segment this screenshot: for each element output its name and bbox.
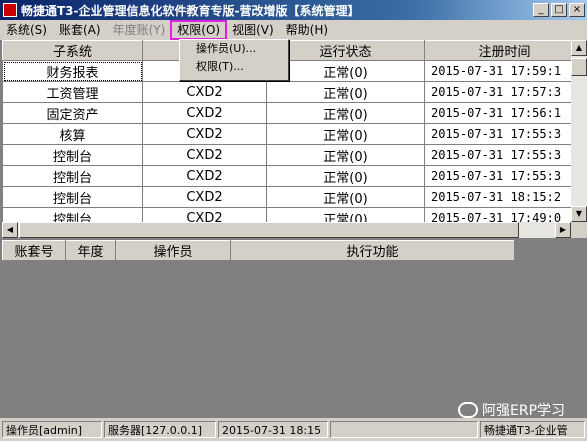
cell-status: 正常(0) [266, 207, 425, 222]
cell-subsystem: 控制台 [2, 186, 143, 208]
cell-status: 正常(0) [266, 81, 425, 103]
cell-subsystem: 固定资产 [2, 102, 143, 124]
scroll-left-icon[interactable]: ◀ [2, 222, 18, 238]
cell-status: 正常(0) [266, 60, 425, 82]
cell-site: CXD2 [142, 186, 267, 208]
horizontal-scroll-thumb[interactable] [19, 222, 519, 238]
close-button[interactable]: × [569, 3, 585, 17]
cell-register-time: 2015-07-31 17:57:3 [424, 81, 585, 103]
cell-subsystem: 控制台 [2, 165, 143, 187]
column-header-account-no[interactable]: 账套号 [2, 240, 66, 261]
cell-status: 正常(0) [266, 102, 425, 124]
watermark: 阿强ERP学习 [458, 400, 565, 420]
menu-account[interactable]: 账套(A) [53, 21, 107, 39]
cell-subsystem: 控制台 [2, 207, 143, 222]
table-row[interactable]: 财务报表 正常(0) 2015-07-31 17:59:1 [2, 60, 585, 82]
cell-register-time: 2015-07-31 17:55:3 [424, 165, 585, 187]
status-spacer [330, 421, 478, 438]
cell-status: 正常(0) [266, 165, 425, 187]
window-title: 畅捷通T3-企业管理信息化软件教育专版-营改增版【系统管理】 [21, 3, 360, 18]
cell-status: 正常(0) [266, 186, 425, 208]
column-header-register-time[interactable]: 注册时间 [424, 40, 585, 61]
scroll-up-icon[interactable]: ▲ [571, 40, 587, 56]
cell-register-time: 2015-07-31 17:55:3 [424, 144, 585, 166]
cell-register-time: 2015-07-31 17:56:1 [424, 102, 585, 124]
cell-register-time: 2015-07-31 17:59:1 [424, 60, 585, 82]
column-header-status[interactable]: 运行状态 [266, 40, 425, 61]
menu-annual-account[interactable]: 年度账(Y) [107, 21, 172, 39]
status-product: 畅捷通T3-企业管 [480, 421, 585, 438]
cell-subsystem: 控制台 [2, 144, 143, 166]
cell-status: 正常(0) [266, 123, 425, 145]
scroll-down-icon[interactable]: ▼ [571, 206, 587, 222]
cell-status: 正常(0) [266, 144, 425, 166]
table-row[interactable]: 控制台 CXD2 正常(0) 2015-07-31 17:55:3 [2, 144, 585, 166]
horizontal-scrollbar[interactable]: ◀ ▶ [2, 222, 571, 238]
menu-system[interactable]: 系统(S) [0, 21, 53, 39]
cell-site: CXD2 [142, 81, 267, 103]
cell-subsystem: 工资管理 [2, 81, 143, 103]
subsystem-grid: 子系统 运行状态 注册时间 财务报表 正常(0) 2015-07-31 17:5… [2, 40, 587, 222]
status-operator: 操作员[admin] [2, 421, 102, 438]
menu-bar: 系统(S) 账套(A) 年度账(Y) 权限(O) 视图(V) 帮助(H) [0, 20, 587, 40]
cell-register-time: 2015-07-31 17:55:3 [424, 123, 585, 145]
menu-item-operator[interactable]: 操作员(U)... [180, 40, 288, 58]
operator-log-grid: 账套号 年度 操作员 执行功能 [2, 240, 515, 261]
app-icon [3, 3, 17, 17]
table-row[interactable]: 工资管理 CXD2 正常(0) 2015-07-31 17:57:3 [2, 81, 585, 103]
window-controls: _ □ × [533, 3, 585, 17]
permission-dropdown-menu: 操作员(U)... 权限(T)... [179, 39, 289, 81]
menu-item-permission[interactable]: 权限(T)... [180, 58, 288, 76]
column-header-year[interactable]: 年度 [65, 240, 116, 261]
scroll-right-icon[interactable]: ▶ [555, 222, 571, 238]
menu-help[interactable]: 帮助(H) [280, 21, 334, 39]
column-header-function[interactable]: 执行功能 [230, 240, 515, 261]
cell-subsystem: 财务报表 [2, 60, 143, 82]
cell-register-time: 2015-07-31 18:15:2 [424, 186, 585, 208]
table-row[interactable]: 控制台 CXD2 正常(0) 2015-07-31 18:15:2 [2, 186, 585, 208]
column-header-operator[interactable]: 操作员 [115, 240, 231, 261]
cell-site: CXD2 [142, 144, 267, 166]
cell-site: CXD2 [142, 102, 267, 124]
minimize-button[interactable]: _ [533, 3, 549, 17]
maximize-button[interactable]: □ [551, 3, 567, 17]
scrollbar-corner [571, 222, 587, 238]
cell-site: CXD2 [142, 207, 267, 222]
table-row[interactable]: 控制台 CXD2 正常(0) 2015-07-31 17:49:0 [2, 207, 585, 222]
cell-subsystem: 核算 [2, 123, 143, 145]
cell-register-time: 2015-07-31 17:49:0 [424, 207, 585, 222]
wechat-logo-icon [458, 402, 478, 418]
table-row[interactable]: 固定资产 CXD2 正常(0) 2015-07-31 17:56:1 [2, 102, 585, 124]
cell-site: CXD2 [142, 123, 267, 145]
status-datetime: 2015-07-31 18:15 [218, 421, 328, 438]
vertical-scroll-thumb[interactable] [571, 58, 587, 76]
status-server: 服务器[127.0.0.1] [104, 421, 216, 438]
menu-permission[interactable]: 权限(O) [170, 20, 228, 40]
vertical-scrollbar[interactable]: ▲ ▼ [571, 40, 587, 222]
table-row[interactable]: 核算 CXD2 正常(0) 2015-07-31 17:55:3 [2, 123, 585, 145]
column-header-subsystem[interactable]: 子系统 [2, 40, 143, 61]
watermark-text: 阿强ERP学习 [482, 403, 566, 419]
title-bar: 畅捷通T3-企业管理信息化软件教育专版-营改增版【系统管理】 _ □ × [0, 0, 587, 20]
status-bar: 操作员[admin] 服务器[127.0.0.1] 2015-07-31 18:… [0, 418, 587, 441]
cell-site: CXD2 [142, 165, 267, 187]
menu-view[interactable]: 视图(V) [226, 21, 280, 39]
table-row[interactable]: 控制台 CXD2 正常(0) 2015-07-31 17:55:3 [2, 165, 585, 187]
